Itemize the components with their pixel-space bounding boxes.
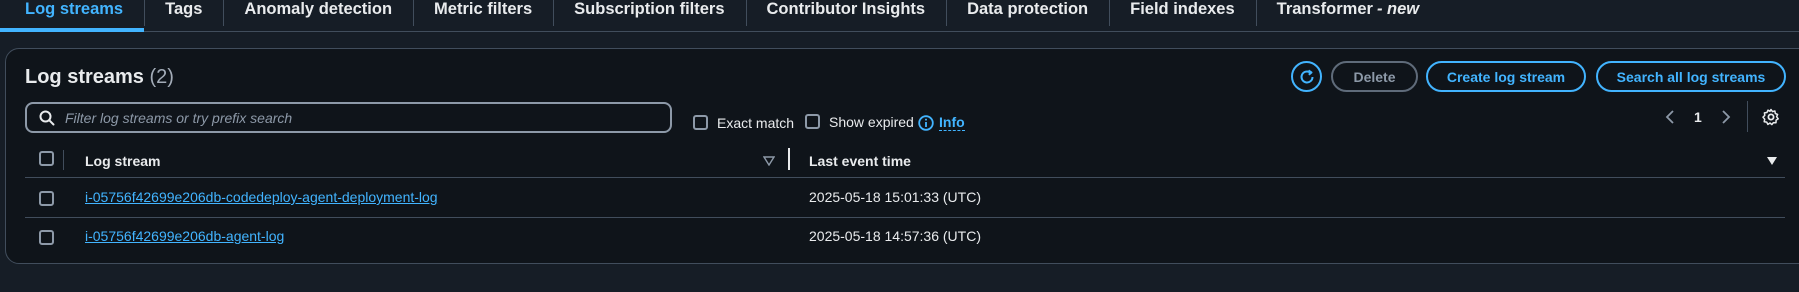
column-header-log-stream[interactable]: Log stream: [85, 153, 160, 169]
search-all-log-streams-button[interactable]: Search all log streams: [1596, 61, 1786, 92]
last-event-time: 2025-05-18 14:57:36 (UTC): [809, 228, 981, 244]
tab-tags[interactable]: Tags: [144, 0, 223, 31]
panel-title-text: Log streams: [25, 66, 144, 88]
column-divider: [63, 150, 64, 170]
search-icon: [39, 110, 55, 125]
search-input[interactable]: [65, 109, 645, 126]
stream-count: (2): [149, 66, 174, 88]
create-log-stream-button[interactable]: Create log stream: [1426, 61, 1586, 92]
chevron-right-icon[interactable]: [1718, 109, 1732, 125]
sort-descending-icon[interactable]: [1766, 156, 1778, 166]
tab-label: Tags: [165, 0, 203, 18]
table-row: i-05756f42699e206db-agent-log 2025-05-18…: [25, 218, 1785, 257]
tab-label: Contributor Insights: [766, 0, 926, 18]
last-event-time: 2025-05-18 15:01:33 (UTC): [809, 189, 981, 205]
column-resizer[interactable]: [788, 148, 790, 170]
tab-transformer[interactable]: Transformer - new: [1255, 0, 1440, 31]
tab-data-protection[interactable]: Data protection: [946, 0, 1109, 31]
pagination-divider: [1747, 101, 1748, 132]
tab-label: Subscription filters: [574, 0, 725, 18]
exact-match-checkbox[interactable]: [693, 115, 708, 130]
tab-anomaly-detection[interactable]: Anomaly detection: [223, 0, 413, 31]
info-link[interactable]: Info: [918, 114, 965, 131]
select-all-checkbox[interactable]: [39, 151, 54, 166]
tab-label: Metric filters: [434, 0, 533, 18]
tab-bar: Log streams Tags Anomaly detection Metri…: [0, 0, 1799, 32]
row-checkbox[interactable]: [39, 191, 54, 206]
sort-icon[interactable]: [763, 156, 775, 166]
tab-label: Transformer: [1276, 0, 1373, 18]
log-stream-link[interactable]: i-05756f42699e206db-codedeploy-agent-dep…: [85, 189, 438, 205]
refresh-icon: [1300, 69, 1313, 83]
filter-search[interactable]: [25, 102, 672, 133]
table-header: Log stream Last event time: [25, 148, 1785, 178]
tab-label: Field indexes: [1130, 0, 1235, 18]
new-badge: - new: [1376, 0, 1420, 18]
tab-label: Anomaly detection: [244, 0, 393, 18]
delete-button[interactable]: Delete: [1331, 61, 1418, 92]
exact-match-label: Exact match: [717, 115, 795, 131]
tab-label: Data protection: [967, 0, 1089, 18]
gear-icon[interactable]: [1762, 108, 1780, 126]
current-page[interactable]: 1: [1694, 109, 1702, 125]
log-stream-link[interactable]: i-05756f42699e206db-agent-log: [85, 228, 284, 244]
pagination: 1: [1664, 109, 1732, 125]
tab-contributor-insights[interactable]: Contributor Insights: [745, 0, 947, 31]
row-checkbox[interactable]: [39, 230, 54, 245]
tab-field-indexes[interactable]: Field indexes: [1109, 0, 1256, 31]
table-row: i-05756f42699e206db-codedeploy-agent-dep…: [25, 179, 1785, 218]
chevron-left-icon[interactable]: [1664, 109, 1678, 125]
tab-log-streams[interactable]: Log streams: [0, 0, 145, 32]
show-expired-label: Show expired: [829, 114, 914, 130]
tab-metric-filters[interactable]: Metric filters: [413, 0, 553, 31]
column-header-last-event-time[interactable]: Last event time: [809, 153, 911, 169]
tab-label: Log streams: [25, 0, 124, 18]
tab-subscription-filters[interactable]: Subscription filters: [553, 0, 745, 31]
refresh-button[interactable]: [1291, 61, 1322, 92]
panel-title: Log streams (2): [25, 66, 174, 89]
info-link-text: Info: [939, 114, 965, 131]
info-icon: [918, 114, 934, 131]
show-expired-checkbox[interactable]: [805, 114, 820, 129]
